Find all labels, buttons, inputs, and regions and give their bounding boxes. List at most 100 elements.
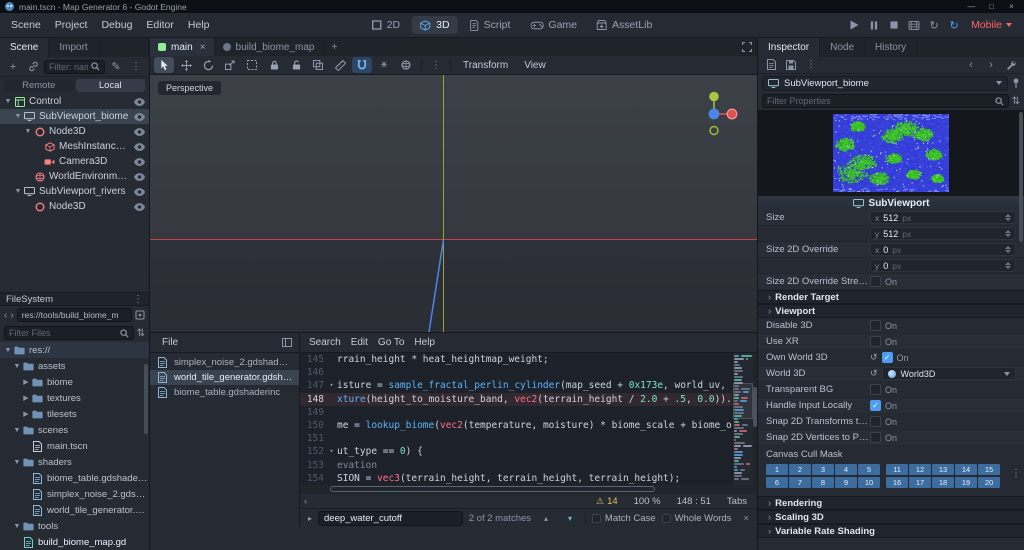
ruler-tool[interactable]: [330, 57, 350, 73]
box-select-tool[interactable]: [242, 57, 262, 73]
search-query-input[interactable]: [318, 511, 463, 526]
sun-preview-toggle[interactable]: ☀: [374, 57, 394, 73]
scene-node-subviewport-rivers[interactable]: ▼ SubViewport_rivers: [0, 184, 149, 199]
open-file-biome-table-gdshaderinc[interactable]: biome_table.gdshaderinc: [150, 385, 299, 400]
save-icon[interactable]: [782, 57, 800, 73]
add-node-icon[interactable]: +: [4, 59, 22, 75]
tab-import[interactable]: Import: [49, 38, 99, 57]
filter-options-icon[interactable]: ⇅: [1012, 96, 1020, 107]
cull-mask-layer-6[interactable]: 6: [766, 477, 788, 488]
workspace-3d[interactable]: 3D: [412, 16, 458, 34]
focus-file-icon[interactable]: [135, 310, 145, 320]
visibility-eye-icon[interactable]: [134, 187, 145, 196]
fs-item-biome-table-gdshaderinc[interactable]: biome_table.gdshaderinc: [0, 470, 149, 486]
tab-scene[interactable]: Scene: [0, 38, 50, 57]
inspector-scrollbar[interactable]: [1019, 112, 1023, 542]
stepper-icon[interactable]: [1005, 262, 1011, 269]
toolbar-menu-icon[interactable]: ⋮: [427, 57, 445, 73]
caret-position[interactable]: 148 : 51: [677, 496, 711, 507]
code-line-150[interactable]: 150 me = lookup_biome(vec2(temperature, m…: [300, 419, 757, 432]
tab-node[interactable]: Node: [820, 38, 866, 57]
scene-node-worldenvironment[interactable]: WorldEnvironment: [0, 169, 149, 184]
workspace-assetlib[interactable]: AssetLib: [589, 16, 660, 34]
viewport-3d[interactable]: Perspective: [150, 75, 757, 332]
use-xr-checkbox[interactable]: [870, 336, 881, 347]
fs-item-tilesets[interactable]: ▶ tilesets: [0, 406, 149, 422]
stepper-icon[interactable]: [1005, 246, 1011, 253]
scene-node-camera3d[interactable]: Camera3D: [0, 154, 149, 169]
cull-mask-layer-11[interactable]: 11: [886, 464, 908, 475]
scene-menu-icon[interactable]: ⋮: [127, 59, 145, 75]
scene-tab-main[interactable]: main ×: [150, 38, 215, 56]
code-line-149[interactable]: 149: [300, 406, 757, 419]
code-line-147[interactable]: 147 ▾ isture = sample_fractal_perlin_cylin…: [300, 379, 757, 392]
snap-toggle[interactable]: [352, 57, 372, 73]
filesystem-scrollbar[interactable]: [144, 344, 148, 548]
cull-mask-layer-20[interactable]: 20: [978, 477, 1000, 488]
cull-mask-layer-3[interactable]: 3: [812, 464, 834, 475]
stop-button[interactable]: [885, 17, 903, 33]
play-button[interactable]: [845, 17, 863, 33]
collapse-icon[interactable]: ▼: [13, 188, 23, 195]
cull-mask-layer-4[interactable]: 4: [835, 464, 857, 475]
rotate-tool[interactable]: [198, 57, 218, 73]
visibility-eye-icon[interactable]: [134, 172, 145, 181]
tab-inspector[interactable]: Inspector: [758, 38, 821, 57]
filter-properties-input[interactable]: [767, 96, 992, 106]
cull-mask-layer-13[interactable]: 13: [932, 464, 954, 475]
cull-mask-layer-14[interactable]: 14: [955, 464, 977, 475]
warnings-button[interactable]: ⚠ 14: [596, 496, 618, 507]
remote-debug-icon[interactable]: ↻: [945, 17, 963, 33]
code-line-154[interactable]: 154 SION = vec3(terrain_height, terrain_h…: [300, 472, 757, 485]
maximize-button[interactable]: □: [984, 2, 999, 11]
pin-icon[interactable]: [1012, 78, 1020, 88]
workspace-script[interactable]: Script: [462, 16, 519, 34]
size-y-field[interactable]: y 512 px: [870, 227, 1016, 240]
size-2d-override-stretch-checkbox[interactable]: [870, 276, 881, 287]
code-line-148[interactable]: 148 xture(height_to_moisture_band, vec2(t…: [300, 392, 757, 406]
fold-icon[interactable]: ▾: [326, 379, 337, 392]
sort-files-icon[interactable]: ⇅: [137, 328, 145, 339]
fs-item-main-tscn[interactable]: main.tscn: [0, 438, 149, 454]
texture-preview[interactable]: [758, 110, 1024, 196]
collapse-icon[interactable]: ▼: [23, 128, 33, 135]
open-file-world-tile-generator-gdshader[interactable]: world_tile_generator.gdshader: [150, 370, 299, 385]
remote-button[interactable]: Remote: [4, 79, 74, 92]
visibility-eye-icon[interactable]: [134, 157, 145, 166]
size-2d-override-y-field[interactable]: y 0 px: [870, 259, 1016, 272]
nav-forward-icon[interactable]: ›: [10, 310, 13, 321]
code-editor[interactable]: 145 rrain_height * heat_heightmap_weight;…: [300, 353, 757, 485]
cull-mask-layer-5[interactable]: 5: [858, 464, 880, 475]
fs-item-assets[interactable]: ▼ assets: [0, 358, 149, 374]
attach-script-icon[interactable]: ✎: [107, 59, 125, 75]
scale-tool[interactable]: [220, 57, 240, 73]
edit-menu[interactable]: Edit: [346, 335, 373, 350]
visibility-eye-icon[interactable]: [134, 127, 145, 136]
scene-node-control[interactable]: ▼ Control: [0, 94, 149, 109]
snap-2d-transforms-to-pixel-checkbox[interactable]: [870, 416, 881, 427]
object-tools-icon[interactable]: [1002, 57, 1020, 73]
collapse-icon[interactable]: ▼: [3, 98, 13, 105]
fold-icon[interactable]: ▾: [326, 445, 337, 458]
scrollbar-thumb[interactable]: [330, 486, 655, 492]
pause-button[interactable]: [865, 17, 883, 33]
reload-icon[interactable]: ↻: [925, 17, 943, 33]
scripts-panel-toggle-icon[interactable]: [282, 338, 292, 347]
scene-node-node3d[interactable]: ▼ Node3D: [0, 124, 149, 139]
transparent-bg-checkbox[interactable]: [870, 384, 881, 395]
go-to-menu[interactable]: Go To: [373, 335, 410, 350]
cull-mask-layer-9[interactable]: 9: [835, 477, 857, 488]
open-file-simplex-noise-2-gdshaderinc[interactable]: simplex_noise_2.gdshaderinc: [150, 355, 299, 370]
code-line-152[interactable]: 152 ▾ ut_type == 0) {: [300, 445, 757, 458]
history-forward-icon[interactable]: ›: [982, 57, 1000, 73]
fs-item-biome[interactable]: ▶ biome: [0, 374, 149, 390]
class-category-bar[interactable]: SubViewport: [758, 196, 1024, 210]
fs-item-res[interactable]: ▼ res://: [0, 342, 149, 358]
code-minimap[interactable]: [732, 353, 753, 485]
workspace-2d[interactable]: 2D: [364, 16, 408, 34]
visibility-eye-icon[interactable]: [134, 97, 145, 106]
indent-type[interactable]: Tabs: [727, 496, 747, 507]
whole-words-toggle[interactable]: Whole Words: [661, 513, 731, 524]
close-search-icon[interactable]: ×: [743, 513, 749, 524]
movie-mode-button[interactable]: [905, 17, 923, 33]
